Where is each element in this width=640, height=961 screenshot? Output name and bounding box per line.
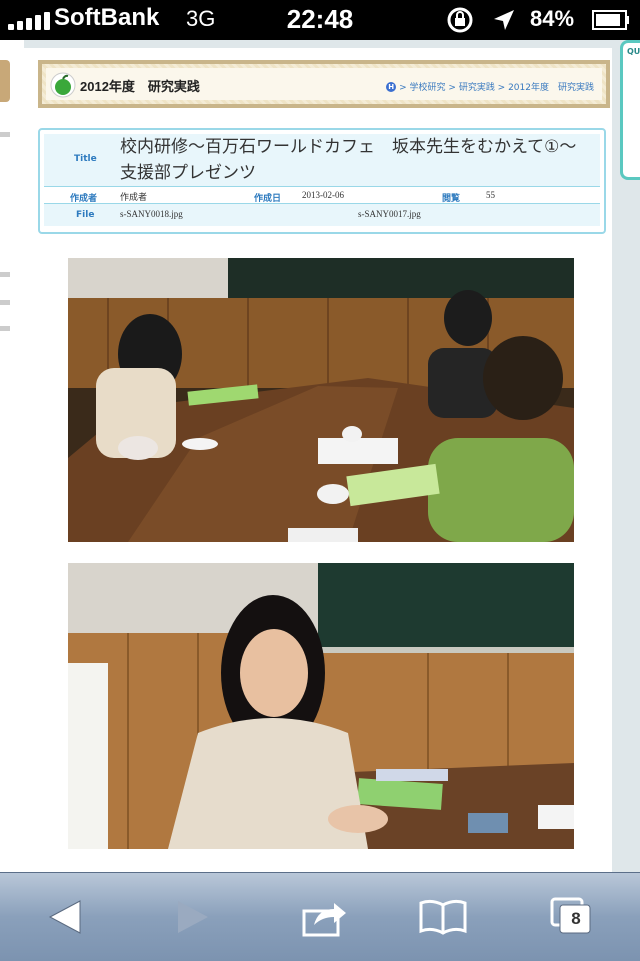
file-link[interactable]: s-SANY0018.jpg <box>120 209 183 219</box>
article-info-table: Title 校内研修〜百万石ワールドカフェ 坂本先生をむかえて①〜 支援部プレゼ… <box>38 128 606 234</box>
section-header: 2012年度 研究実践 H > 学校研究 > 研究実践 > 2012年度 研究実… <box>38 60 610 108</box>
forward-icon[interactable] <box>168 895 218 939</box>
file-label: File <box>76 210 95 220</box>
left-tab[interactable] <box>0 60 10 102</box>
web-page[interactable]: 2012年度 研究実践 H > 学校研究 > 研究実践 > 2012年度 研究実… <box>0 40 640 872</box>
left-mark <box>0 300 10 305</box>
left-sidebar-edge <box>0 40 24 872</box>
author-value: 作成者 <box>120 192 148 202</box>
views-value: 55 <box>486 190 495 200</box>
bookmarks-icon[interactable] <box>418 895 468 939</box>
home-icon[interactable]: H <box>386 81 397 92</box>
battery-icon <box>592 10 629 30</box>
orientation-lock-icon <box>447 7 473 33</box>
location-icon <box>494 10 514 30</box>
breadcrumb-text[interactable]: > 学校研究 > 研究実践 > 2012年度 研究実践 <box>399 80 594 93</box>
date-value: 2013-02-06 <box>302 190 344 200</box>
meeting-photo[interactable] <box>68 258 574 542</box>
share-icon[interactable] <box>300 895 350 939</box>
browser-toolbar <box>0 872 640 961</box>
side-card[interactable]: QU <box>620 40 640 180</box>
side-card-label: QU <box>627 47 640 56</box>
title-label: Title <box>74 154 97 164</box>
main-content: 2012年度 研究実践 H > 学校研究 > 研究実践 > 2012年度 研究実… <box>24 48 612 872</box>
breadcrumb[interactable]: H > 学校研究 > 研究実践 > 2012年度 研究実践 <box>386 80 594 93</box>
article-title: 校内研修〜百万石ワールドカフェ 坂本先生をむかえて①〜 支援部プレゼンツ <box>120 137 594 183</box>
tabs-count: 8 <box>571 909 581 928</box>
left-mark <box>0 326 10 331</box>
battery-percent: 84% <box>530 6 575 31</box>
page-title: 2012年度 研究実践 <box>80 79 200 94</box>
back-icon[interactable] <box>40 895 90 939</box>
teacher-photo[interactable] <box>68 563 574 849</box>
left-mark <box>0 132 10 137</box>
file-link[interactable]: s-SANY0017.jpg <box>358 209 421 219</box>
left-mark <box>0 272 10 277</box>
status-bar: SoftBank 3G 22:48 84% <box>0 0 640 40</box>
apple-icon <box>50 72 76 98</box>
